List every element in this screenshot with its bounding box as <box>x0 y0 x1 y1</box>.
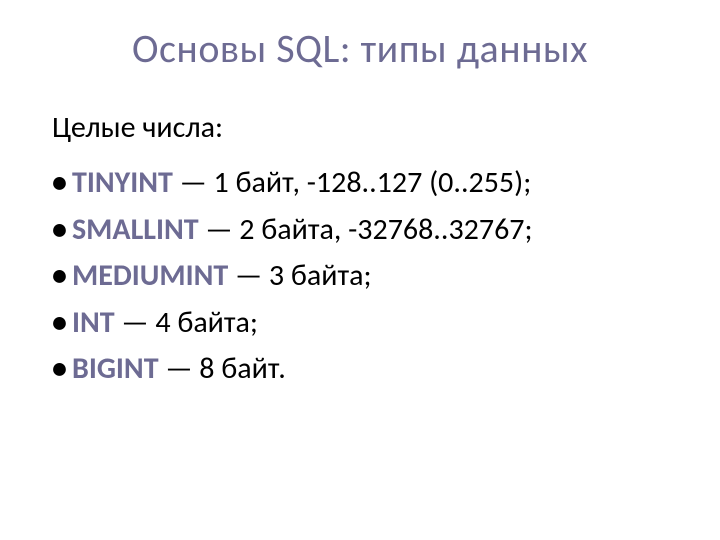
slide-title: Основы SQL: типы данных <box>48 24 672 73</box>
list-item: • TINYINT — 1 байт, -128..127 (0..255); <box>52 160 672 207</box>
type-desc: — 2 байта, -32768..32767; <box>199 211 533 248</box>
bullet-icon: • <box>52 253 67 300</box>
type-list: • TINYINT — 1 байт, -128..127 (0..255); … <box>48 160 672 393</box>
bullet-icon: • <box>52 160 67 207</box>
type-name: SMALLINT <box>72 211 199 248</box>
section-heading: Целые числа: <box>52 109 672 146</box>
bullet-icon: • <box>52 207 67 254</box>
list-item: • BIGINT — 8 байт. <box>52 346 672 393</box>
type-name: MEDIUMINT <box>72 257 228 294</box>
list-item: • MEDIUMINT — 3 байта; <box>52 253 672 300</box>
bullet-icon: • <box>52 346 67 393</box>
type-desc: — 3 байта; <box>228 257 371 294</box>
type-name: TINYINT <box>72 164 173 201</box>
type-desc: — 4 байта; <box>115 304 258 341</box>
bullet-icon: • <box>52 300 67 347</box>
type-desc: — 8 байт. <box>159 350 286 387</box>
type-name: INT <box>72 304 115 341</box>
type-name: BIGINT <box>72 350 159 387</box>
list-item: • INT — 4 байта; <box>52 300 672 347</box>
type-desc: — 1 байт, -128..127 (0..255); <box>173 164 531 201</box>
list-item: • SMALLINT — 2 байта, -32768..32767; <box>52 207 672 254</box>
